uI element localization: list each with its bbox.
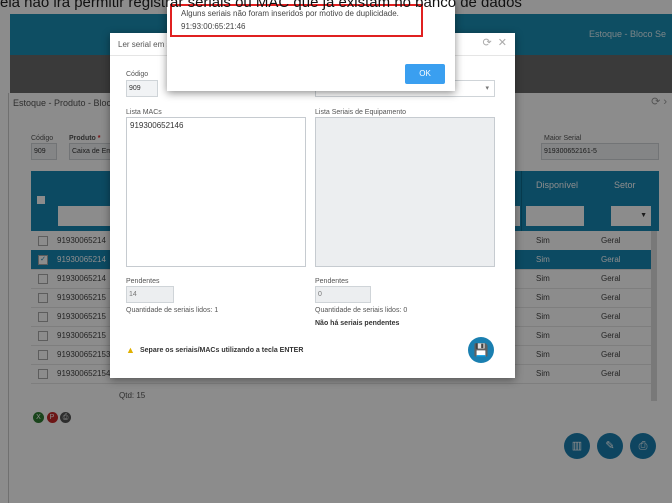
- lista-seriais-textarea[interactable]: [315, 117, 495, 267]
- dialog-controls: ⟳ ✕: [482, 36, 507, 49]
- hint-text: Separe os seriais/MACs utilizando a tecl…: [140, 347, 304, 354]
- chevron-down-icon: ▾: [485, 85, 489, 92]
- warning-icon: ▲: [126, 345, 135, 355]
- lista-seriais-label: Lista Seriais de Equipamento: [315, 109, 407, 116]
- lista-macs-label: Lista MACs: [126, 109, 162, 116]
- caption-text: ela não irá permitir registrar seriais o…: [0, 0, 522, 11]
- pendentes-right-field[interactable]: 0: [315, 286, 371, 303]
- pendentes-right-label: Pendentes: [315, 278, 349, 285]
- floppy-icon: 💾: [473, 343, 489, 357]
- save-button[interactable]: 💾: [468, 337, 494, 363]
- alert-duplicate: 91:93:00:65:21:46: [181, 22, 246, 31]
- quantidade-right: Quantidade de seriais lidos: 0: [315, 307, 408, 314]
- ok-button[interactable]: OK: [405, 64, 445, 84]
- duplicate-alert: Alguns seriais não foram inseridos por m…: [167, 0, 455, 91]
- refresh-icon[interactable]: ⟳: [482, 37, 491, 49]
- nao-ha-pendentes: Não há seriais pendentes: [315, 320, 400, 327]
- dialog-codigo-label: Código: [126, 71, 149, 78]
- dialog-codigo-field[interactable]: 909: [126, 80, 158, 97]
- pendentes-left-field[interactable]: 14: [126, 286, 174, 303]
- quantidade-left: Quantidade de seriais lidos: 1: [126, 307, 219, 314]
- pendentes-left-label: Pendentes: [126, 278, 160, 285]
- close-icon[interactable]: ✕: [498, 37, 507, 49]
- lista-macs-textarea[interactable]: 919300652146: [126, 117, 306, 267]
